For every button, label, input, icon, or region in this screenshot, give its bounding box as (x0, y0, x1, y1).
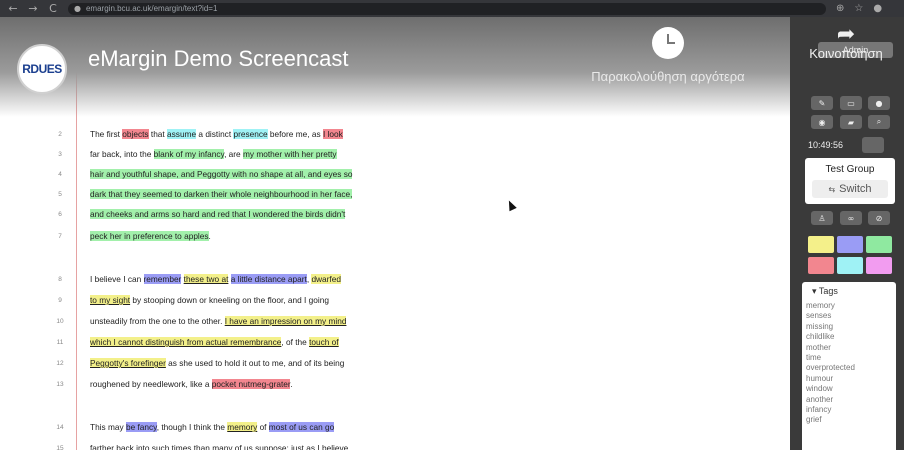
video-frame[interactable]: RDUES eMargin Demo Screencast Παρακολούθ… (0, 17, 790, 450)
pin-icon[interactable]: ✎ (811, 96, 833, 110)
highlight-color-green[interactable] (866, 236, 892, 253)
forward-icon[interactable]: → (26, 2, 40, 15)
watch-later-button[interactable]: Παρακολούθηση αργότερα (548, 27, 788, 84)
folder-icon[interactable]: ▰ (840, 115, 862, 129)
tag-item[interactable]: time (806, 353, 855, 363)
tags-panel: ▾ Tags memory senses missing childlike mothe… (802, 282, 896, 450)
print-icon[interactable]: ▭ (840, 96, 862, 110)
line-number: 9 (58, 296, 62, 304)
line-text[interactable]: roughened by needlework, like a pocket n… (90, 379, 293, 389)
tags-list: memory senses missing childlike mother time ov… (806, 301, 855, 426)
highlight-color-cyan[interactable] (837, 257, 863, 274)
tag-item[interactable]: window (806, 384, 855, 394)
line-text[interactable]: farther back into such times than many o… (90, 443, 348, 450)
line-number: 15 (56, 444, 64, 450)
zoom-icon[interactable]: ⊕ (836, 3, 844, 14)
block-icon[interactable]: ⊘ (868, 211, 890, 225)
line-number: 11 (56, 338, 64, 346)
line-number: 13 (56, 380, 64, 388)
browser-toolbar: ← → C ● emargin.bcu.ac.uk/emargin/text?i… (0, 0, 904, 17)
switch-group-button[interactable]: ⇆ Switch (812, 180, 888, 198)
line-number: 12 (56, 359, 64, 367)
line-number: 8 (58, 275, 62, 283)
watch-later-label: Παρακολούθηση αργότερα (591, 69, 745, 84)
url-text: emargin.bcu.ac.uk/emargin/text?id=1 (85, 4, 218, 13)
line-number: 14 (56, 423, 64, 431)
channel-logo[interactable]: RDUES (17, 44, 67, 94)
line-text[interactable]: far back, into the blank of my infancy, … (90, 149, 337, 159)
clock-icon (652, 27, 684, 59)
tag-item[interactable]: senses (806, 311, 855, 321)
tag-item[interactable]: mother (806, 343, 855, 353)
line-text[interactable]: Peggotty's forefinger as she used to hol… (90, 358, 344, 368)
share-label: Κοινοποίηση (809, 46, 883, 61)
tag-item[interactable]: overprotected (806, 363, 855, 373)
link-icon[interactable]: ∞ (840, 211, 862, 225)
line-text[interactable]: unsteadily from the one to the other. I … (90, 316, 347, 326)
switch-label: Switch (839, 183, 872, 195)
line-number: 6 (58, 210, 62, 218)
line-text[interactable]: peck her in preference to apples. (90, 231, 211, 241)
video-title[interactable]: eMargin Demo Screencast (88, 46, 348, 72)
highlight-color-yellow[interactable] (808, 236, 834, 253)
timer-button[interactable] (862, 137, 884, 153)
star-icon[interactable]: ☆ (854, 3, 863, 14)
reload-icon[interactable]: C (46, 2, 60, 15)
line-number: 4 (58, 170, 62, 178)
line-number: 7 (58, 232, 62, 240)
tag-item[interactable]: grief (806, 415, 855, 425)
tag-item[interactable]: memory (806, 301, 855, 311)
group-panel: Test Group ⇆ Switch (805, 158, 895, 204)
highlight-color-blue[interactable] (837, 236, 863, 253)
tag-item[interactable]: childlike (806, 332, 855, 342)
highlight-color-pink[interactable] (866, 257, 892, 274)
line-text[interactable]: dark that they seemed to darken their wh… (90, 189, 353, 199)
highlight-color-red[interactable] (808, 257, 834, 274)
line-number: 10 (56, 317, 64, 325)
visibility-icon[interactable]: ◉ (811, 115, 833, 129)
line-text[interactable]: This may be fancy, though I think the me… (90, 422, 335, 432)
tag-item[interactable]: humour (806, 374, 855, 384)
share-icon: ➦ (836, 22, 856, 47)
tag-item[interactable]: infancy (806, 405, 855, 415)
tag-item[interactable]: missing (806, 322, 855, 332)
line-text[interactable]: which I cannot distinguish from actual r… (90, 337, 339, 347)
switch-icon: ⇆ (828, 184, 836, 194)
settings-icon[interactable]: ● (868, 96, 890, 110)
line-text[interactable]: to my sight by stooping down or kneeling… (90, 295, 329, 305)
tags-header[interactable]: ▾ Tags (812, 286, 838, 297)
line-text[interactable]: and cheeks and arms so hard and red that… (90, 209, 346, 219)
chevron-down-icon: ▾ (812, 286, 819, 296)
line-text[interactable]: I believe I can remember these two at a … (90, 274, 341, 284)
user-icon[interactable]: ♙ (811, 211, 833, 225)
line-number: 2 (58, 130, 62, 138)
line-text[interactable]: The first objects that assume a distinct… (90, 129, 343, 139)
address-bar[interactable]: ● emargin.bcu.ac.uk/emargin/text?id=1 (68, 2, 826, 15)
tag-item[interactable]: another (806, 395, 855, 405)
group-name: Test Group (825, 164, 875, 175)
share-button[interactable]: ➦ Κοινοποίηση (806, 22, 886, 62)
line-number: 3 (58, 150, 62, 158)
line-text[interactable]: hair and youthful shape, and Peggotty wi… (90, 169, 353, 179)
search-icon[interactable]: ⌕ (868, 115, 890, 129)
back-icon[interactable]: ← (6, 2, 20, 15)
profile-icon[interactable]: ● (873, 3, 882, 14)
line-number: 5 (58, 190, 62, 198)
clock-time: 10:49:56 (808, 140, 844, 150)
lock-icon: ● (74, 4, 81, 13)
